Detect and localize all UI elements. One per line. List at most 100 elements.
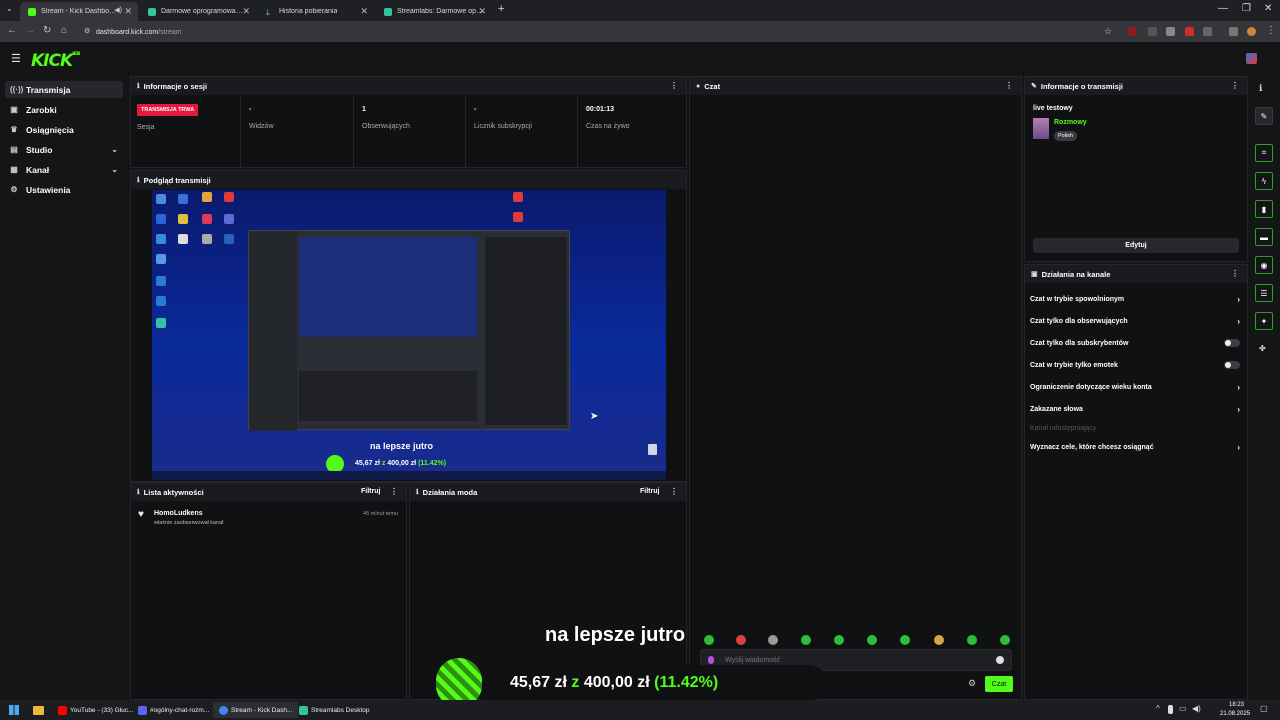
info-icon[interactable]: ℹ bbox=[1259, 83, 1262, 94]
emote-icon[interactable] bbox=[900, 635, 910, 645]
tab-search-icon[interactable]: ⌄ bbox=[6, 4, 13, 13]
discord-icon bbox=[138, 705, 147, 715]
rail-button-7[interactable]: ✦ bbox=[1255, 312, 1273, 330]
back-icon[interactable]: ← bbox=[7, 25, 17, 36]
info-icon: ℹ bbox=[137, 489, 140, 496]
filter-button[interactable]: Filtruj bbox=[640, 488, 659, 495]
network-icon[interactable]: ▭ bbox=[1179, 704, 1187, 713]
extension-icon[interactable] bbox=[1128, 27, 1137, 36]
sidebar-item-studio[interactable]: ▤ Studio ⌄ bbox=[5, 141, 123, 158]
more-options-icon[interactable]: ⋮ bbox=[1231, 81, 1239, 90]
user-avatar[interactable] bbox=[1246, 53, 1257, 64]
close-tab-icon[interactable]: ✕ bbox=[242, 6, 250, 17]
emote-icon[interactable] bbox=[736, 635, 746, 645]
emote-icon[interactable] bbox=[1000, 635, 1010, 645]
taskbar-streamlabs[interactable]: Streamlabs Desktop bbox=[293, 702, 376, 718]
media-icon[interactable] bbox=[1229, 27, 1238, 36]
profile-avatar-icon[interactable] bbox=[1247, 27, 1256, 36]
rail-button-2[interactable]: ϟ bbox=[1255, 172, 1273, 190]
sidebar-item-zarobki[interactable]: ▣ Zarobki bbox=[5, 101, 123, 118]
more-options-icon[interactable]: ⋮ bbox=[1231, 269, 1239, 278]
file-explorer-icon[interactable] bbox=[33, 706, 44, 715]
reload-icon[interactable]: ↻ bbox=[43, 25, 51, 36]
emote-icon[interactable] bbox=[934, 635, 944, 645]
sidebar-item-kanal[interactable]: ▦ Kanał ⌄ bbox=[5, 161, 123, 178]
tray-mic-icon[interactable] bbox=[1168, 705, 1173, 714]
more-options-icon[interactable]: ⋮ bbox=[1005, 81, 1013, 90]
taskbar-discord[interactable]: #ogólny-chat-rozm... bbox=[132, 702, 215, 718]
emote-icon[interactable] bbox=[967, 635, 977, 645]
action-slow-mode[interactable]: Czat w trybie spowolnionym › bbox=[1030, 291, 1240, 307]
tab-historia[interactable]: ⤓ Historia pobierania ✕ bbox=[258, 2, 374, 21]
emote-only-toggle[interactable] bbox=[1224, 361, 1240, 369]
sidebar-item-osiagniecia[interactable]: ♛ Osiągnięcia bbox=[5, 121, 123, 138]
action-banned-words[interactable]: Zakazane słowa › bbox=[1030, 401, 1240, 417]
url-input[interactable]: ⚙ dashboard.kick.com/stream ☆ bbox=[80, 24, 1120, 40]
taskbar-chrome[interactable]: Stream - Kick Dash... bbox=[213, 702, 299, 718]
emote-icon[interactable] bbox=[834, 635, 844, 645]
minimize-icon[interactable]: — bbox=[1218, 3, 1228, 14]
emote-icon[interactable] bbox=[801, 635, 811, 645]
extensions-puzzle-icon[interactable] bbox=[1203, 27, 1212, 36]
browser-tab-bar: ⌄ Stream - Kick Dashboard ◀) ✕ Darmowe o… bbox=[0, 0, 1280, 21]
action-subscribers-only: Czat tylko dla subskrybentów bbox=[1030, 335, 1240, 351]
close-tab-icon[interactable]: ✕ bbox=[124, 6, 132, 17]
more-options-icon[interactable]: ⋮ bbox=[670, 81, 678, 90]
audio-icon[interactable]: ◀) bbox=[114, 6, 122, 14]
stream-preview-video[interactable]: na lepsze jutro 45,67 zł z 400,00 zł (11… bbox=[152, 190, 666, 480]
bookmark-star-icon[interactable]: ☆ bbox=[1104, 26, 1112, 37]
forward-icon[interactable]: → bbox=[25, 25, 35, 36]
new-tab-button[interactable]: + bbox=[498, 3, 504, 15]
more-options-icon[interactable]: ⋮ bbox=[390, 487, 398, 496]
emote-icon[interactable] bbox=[704, 635, 714, 645]
rail-button-6[interactable]: ☰ bbox=[1255, 284, 1273, 302]
pencil-icon: ✎ bbox=[1031, 83, 1037, 90]
taskbar-youtube[interactable]: YouTube - (33) Głuc... bbox=[52, 702, 139, 718]
hamburger-menu-icon[interactable]: ☰ bbox=[11, 52, 21, 65]
extension-icon[interactable] bbox=[1166, 27, 1175, 36]
close-window-icon[interactable]: ✕ bbox=[1264, 3, 1272, 14]
rail-button-1[interactable]: ⌗ bbox=[1255, 144, 1273, 162]
tab-streamlabs[interactable]: Streamlabs: Darmowe oprogra ✕ bbox=[376, 2, 492, 21]
streamlabs-icon bbox=[299, 705, 308, 715]
volume-icon[interactable]: ◀) bbox=[1192, 704, 1201, 713]
clock-time[interactable]: 18:23 bbox=[1229, 702, 1244, 708]
emoji-icon[interactable] bbox=[996, 656, 1004, 664]
rail-button-5[interactable]: ◉ bbox=[1255, 256, 1273, 274]
emote-icon[interactable] bbox=[867, 635, 877, 645]
chat-settings-icon[interactable]: ⚙ bbox=[968, 678, 976, 689]
action-set-goals[interactable]: Wyznacz cele, które chcesz osiągnąć › bbox=[1030, 439, 1240, 455]
edit-rail-button[interactable]: ✎ bbox=[1255, 107, 1273, 125]
extension-icon[interactable] bbox=[1148, 27, 1157, 36]
edit-button[interactable]: Edytuj bbox=[1033, 238, 1239, 253]
close-tab-icon[interactable]: ✕ bbox=[360, 6, 368, 17]
apps-icon[interactable]: ✤ bbox=[1259, 344, 1266, 353]
filter-button[interactable]: Filtruj bbox=[361, 488, 380, 495]
home-icon[interactable]: ⌂ bbox=[61, 25, 67, 36]
tray-chevron-icon[interactable]: ^ bbox=[1156, 704, 1160, 713]
category-link[interactable]: Rozmowy bbox=[1054, 119, 1087, 126]
browser-menu-icon[interactable]: ⋮ bbox=[1266, 25, 1276, 36]
clock-date[interactable]: 21.08.2025 bbox=[1220, 711, 1250, 717]
subscribers-only-toggle[interactable] bbox=[1224, 339, 1240, 347]
site-info-icon[interactable]: ⚙ bbox=[84, 27, 90, 35]
tab-kick-dashboard[interactable]: Stream - Kick Dashboard ◀) ✕ bbox=[20, 2, 138, 21]
chat-send-button[interactable]: Czat bbox=[985, 676, 1013, 692]
sidebar-item-ustawienia[interactable]: ⚙ Ustawienia bbox=[5, 181, 123, 198]
emote-icon[interactable] bbox=[768, 635, 778, 645]
rail-button-3[interactable]: ▮ bbox=[1255, 200, 1273, 218]
windows-start-icon[interactable] bbox=[9, 705, 19, 715]
restore-icon[interactable]: ❐ bbox=[1242, 3, 1251, 14]
extension-icon[interactable] bbox=[1185, 27, 1194, 36]
action-emote-only: Czat w trybie tylko emotek bbox=[1030, 357, 1240, 373]
kick-logo[interactable]: KICKBETA bbox=[31, 51, 80, 71]
action-account-age[interactable]: Ograniczenie dotyczące wieku konta › bbox=[1030, 379, 1240, 395]
sidebar-item-transmisja[interactable]: ((·)) Transmisja bbox=[5, 81, 123, 98]
notifications-icon[interactable]: ▢ bbox=[1260, 704, 1268, 713]
tab-darmowe[interactable]: Darmowe oprogramowanie do ✕ bbox=[140, 2, 256, 21]
action-followers-only[interactable]: Czat tylko dla obserwujących › bbox=[1030, 313, 1240, 329]
close-tab-icon[interactable]: ✕ bbox=[478, 6, 486, 17]
rail-button-4[interactable]: ▬ bbox=[1255, 228, 1273, 246]
kick-favicon-icon bbox=[28, 7, 36, 16]
more-options-icon[interactable]: ⋮ bbox=[670, 487, 678, 496]
